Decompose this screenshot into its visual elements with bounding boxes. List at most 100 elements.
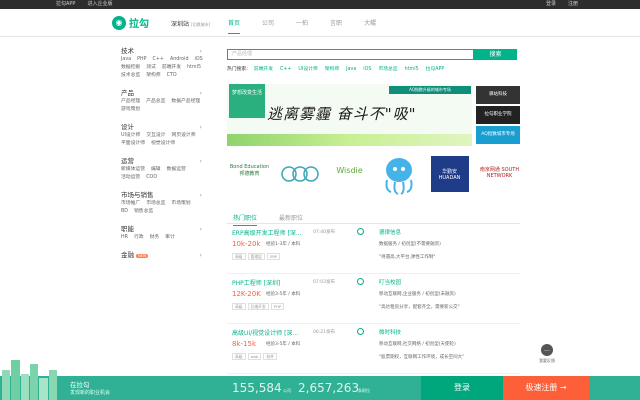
job-card[interactable]: 高级UI/视觉设计师 [深... 06:21发布 8k-15k 经验3-5年 / 本科… [227, 326, 520, 374]
hot-search-link[interactable]: 前端开发 [254, 67, 273, 72]
category-link[interactable]: 数据运营 [167, 167, 186, 172]
category-link[interactable]: iOS [194, 57, 202, 62]
category-link[interactable]: 交互设计 [146, 133, 165, 138]
category-link[interactable]: 产品经理 [121, 99, 140, 104]
category-link[interactable]: 编辑 [151, 167, 161, 172]
category-link[interactable]: 市场推广 [121, 201, 140, 206]
search-input[interactable]: 产品经理 [227, 49, 474, 60]
category-link[interactable]: 销售总监 [134, 209, 153, 214]
nav-home[interactable]: 首页 [228, 18, 241, 34]
hot-search-link[interactable]: html5 [405, 67, 419, 72]
job-tag[interactable]: 高级 [232, 253, 246, 260]
category-title[interactable]: 金融 NEW [121, 250, 208, 260]
side-ad-3[interactable]: AQ指数城市专场 [476, 126, 520, 144]
category-link[interactable]: CTO [167, 73, 177, 78]
top-login-link[interactable]: 登录 [546, 1, 556, 7]
category-link[interactable]: 数据挖掘 [121, 65, 140, 70]
category-link[interactable]: C++ [153, 57, 164, 62]
company-logo-octopus[interactable] [377, 152, 422, 196]
category-link[interactable]: 数据产品经理 [171, 99, 200, 104]
company-logo-bond[interactable]: Bond Education 邦德教育 [227, 152, 272, 196]
sidebar-category[interactable]: 运营新媒体运营 编辑 数据运营活动运营 COO [112, 156, 208, 182]
category-link[interactable]: 技术总监 [121, 73, 140, 78]
job-tag[interactable]: 高级 [232, 303, 246, 310]
category-link[interactable]: 游戏策划 [121, 107, 140, 112]
job-tag[interactable]: web [247, 353, 262, 360]
chat-icon[interactable] [357, 328, 364, 335]
feedback-button[interactable]: … 我要反馈 [537, 344, 557, 364]
top-register-link[interactable]: 注册 [568, 1, 578, 7]
city-selector[interactable]: 深圳站 [切换城市] [171, 19, 210, 28]
company-logo-south-network[interactable]: 南京网通 SOUTH NETWORK [477, 152, 522, 196]
job-card[interactable]: ERP高级开发工程师 [深... 07:40发布 10k-20k 经验1-3年 / 本… [227, 226, 520, 274]
job-card[interactable]: PHP工程师 [深圳] 07:03发布 12K-20K 经验3-5年 / 本科 高级 后端… [227, 276, 520, 324]
nav-dakun[interactable]: 大鲲 [364, 18, 376, 34]
category-link[interactable]: 架构师 [146, 73, 160, 78]
category-link[interactable]: Java [121, 57, 131, 62]
category-link[interactable]: 视觉设计师 [151, 141, 175, 146]
job-tag[interactable]: ERP [266, 253, 281, 260]
register-button[interactable]: 极速注册 → [503, 376, 589, 400]
sidebar-category[interactable]: 金融 NEW [112, 250, 208, 260]
sidebar-category[interactable]: 职能 HR 行政 财务审计 [112, 224, 208, 242]
category-link[interactable]: 财务 [150, 235, 160, 240]
nav-company[interactable]: 公司 [262, 18, 274, 34]
category-link[interactable]: 测试 [146, 65, 156, 70]
company-name[interactable]: 叮当校园 [379, 278, 401, 286]
category-link[interactable]: Android [170, 57, 189, 62]
chat-icon[interactable] [357, 278, 364, 285]
company-name[interactable]: 微时科技 [379, 328, 401, 336]
tab-hot-jobs[interactable]: 热门职位 [233, 213, 258, 226]
category-link[interactable]: 市场策划 [171, 201, 190, 206]
category-link[interactable]: 产品总监 [146, 99, 165, 104]
nav-yipai[interactable]: 一拍 [296, 18, 308, 34]
category-title[interactable]: 设计 [121, 122, 208, 132]
category-title[interactable]: 运营 [121, 156, 208, 166]
company-name[interactable]: 德律信息 [379, 228, 401, 236]
hot-search-link[interactable]: C++ [280, 67, 291, 72]
job-title[interactable]: 高级UI/视觉设计师 [深... [232, 328, 298, 337]
job-tag[interactable]: PHP [270, 303, 285, 310]
category-title[interactable]: 市场与销售 [121, 190, 208, 200]
category-link[interactable]: html5 [187, 65, 201, 70]
company-logo-psa[interactable] [277, 152, 322, 196]
category-link[interactable]: 行政 [134, 235, 144, 240]
login-button[interactable]: 登录 [421, 376, 503, 400]
main-banner[interactable]: 梦想改变生活 AQ指数升级的城市专场 逃离雾霾 奋斗不"吸" [227, 84, 472, 146]
app-link[interactable]: 拉勾APP [56, 1, 75, 7]
hot-search-link[interactable]: Java [346, 67, 356, 72]
job-tag[interactable]: 后端开发 [247, 303, 269, 310]
logo[interactable]: ◉ 拉勾 [112, 15, 149, 30]
tab-new-jobs[interactable]: 最新职位 [279, 213, 303, 222]
category-title[interactable]: 职能 [121, 224, 208, 234]
job-tag[interactable]: 管理层 [247, 253, 265, 260]
category-link[interactable]: PHP [137, 57, 146, 62]
hot-search-link[interactable]: 拉勾APP [426, 67, 445, 72]
category-link[interactable]: 前端开发 [162, 65, 181, 70]
category-link[interactable]: 新媒体运营 [121, 167, 145, 172]
category-link[interactable]: UI设计师 [121, 133, 140, 138]
search-button[interactable]: 搜索 [474, 49, 517, 60]
side-ad-1[interactable]: 驿站科技 [476, 86, 520, 104]
city-switch[interactable]: [切换城市] [191, 22, 210, 27]
sidebar-category[interactable]: 技术 Java PHP C++ Android iOS 数据挖掘 测试 前端开发 html5 技术总… [112, 46, 208, 80]
category-title[interactable]: 技术 [121, 46, 208, 56]
enterprise-link[interactable]: 进入企业版 [87, 1, 112, 7]
hot-search-link[interactable]: 架构师 [325, 67, 339, 72]
category-link[interactable]: BD [121, 209, 128, 214]
category-link[interactable]: COO [146, 175, 157, 180]
nav-yanzhi[interactable]: 言职 [330, 18, 342, 34]
hot-search-link[interactable]: iOS [363, 67, 371, 72]
company-logo-huaqinan[interactable]: 华勤安 HUADAN [427, 152, 472, 196]
category-title[interactable]: 产品 [121, 88, 208, 98]
company-logo-wisdie[interactable]: Wisdie [327, 152, 372, 196]
sidebar-category[interactable]: 产品产品经理 产品总监 数据产品经理游戏策划 [112, 88, 208, 114]
sidebar-category[interactable]: 市场与销售市场推广 市场总监 市场策划 BD 销售总监 [112, 190, 208, 216]
job-title[interactable]: ERP高级开发工程师 [深... [232, 228, 302, 237]
category-link[interactable]: 平面设计师 [121, 141, 145, 146]
category-link[interactable]: HR [121, 235, 128, 240]
category-link[interactable]: 网页设计师 [172, 133, 196, 138]
side-ad-2[interactable]: 拉勾职业学院 [476, 106, 520, 124]
hot-search-link[interactable]: UI设计师 [298, 67, 317, 72]
job-tag[interactable]: 软件 [263, 353, 278, 360]
